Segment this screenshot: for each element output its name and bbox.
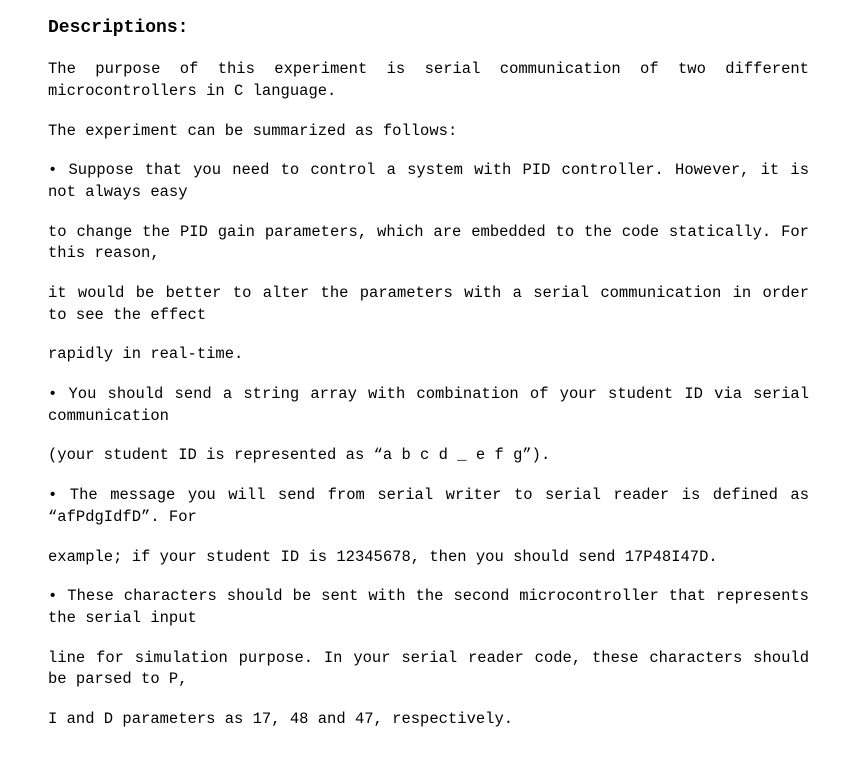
paragraph: to change the PID gain parameters, which… — [48, 222, 809, 265]
page-heading: Descriptions: — [48, 16, 809, 41]
paragraph: • The message you will send from serial … — [48, 485, 809, 528]
paragraph: • These characters should be sent with t… — [48, 586, 809, 629]
paragraph: • You should send a string array with co… — [48, 384, 809, 427]
paragraph: line for simulation purpose. In your ser… — [48, 648, 809, 691]
paragraph: I and D parameters as 17, 48 and 47, res… — [48, 709, 809, 731]
paragraph: example; if your student ID is 12345678,… — [48, 547, 809, 569]
paragraph: rapidly in real-time. — [48, 344, 809, 366]
paragraph: it would be better to alter the paramete… — [48, 283, 809, 326]
paragraph: • Suppose that you need to control a sys… — [48, 160, 809, 203]
paragraph: (your student ID is represented as “a b … — [48, 445, 809, 467]
paragraph: The experiment can be summarized as foll… — [48, 121, 809, 143]
paragraph: The purpose of this experiment is serial… — [48, 59, 809, 102]
